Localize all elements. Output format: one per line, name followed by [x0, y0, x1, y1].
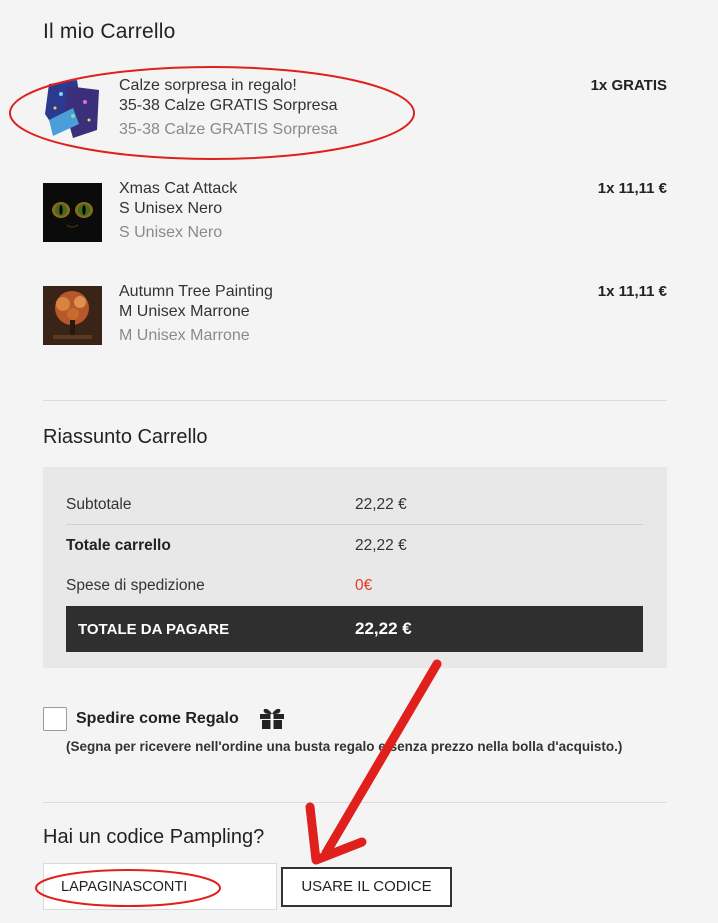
summary-row-shipping: Spese di spedizione 0€: [66, 566, 643, 606]
summary-label: Subtotale: [66, 496, 132, 513]
summary-value: 22,22 €: [355, 496, 407, 513]
item-variant-secondary: S Unisex Nero: [119, 224, 223, 241]
item-variant-secondary: 35-38 Calze GRATIS Sorpresa: [119, 121, 338, 138]
section-divider: [43, 802, 667, 803]
cart-summary-box: Subtotale 22,22 € Totale carrello 22,22 …: [43, 467, 667, 668]
summary-row-subtotal: Subtotale 22,22 €: [66, 485, 643, 525]
shipping-value: 0€: [355, 577, 373, 594]
section-divider: [43, 400, 667, 401]
gift-note: (Segna per ricevere nell'ordine una bust…: [66, 739, 623, 754]
summary-value: 22,22 €: [355, 537, 407, 554]
item-price: 1x 11,11 €: [597, 180, 667, 197]
total-to-pay-bar: TOTALE DA PAGARE 22,22 €: [66, 606, 643, 652]
product-thumbnail-cat[interactable]: [43, 183, 102, 242]
summary-label: Totale carrello: [66, 537, 171, 554]
item-details: Calze sorpresa in regalo! 35-38 Calze GR…: [119, 76, 337, 140]
summary-row-cart-total: Totale carrello 22,22 €: [66, 526, 643, 566]
total-to-pay-label: TOTALE DA PAGARE: [78, 621, 230, 638]
item-details: Xmas Cat Attack S Unisex Nero S Unisex N…: [119, 179, 237, 243]
gift-label[interactable]: Spedire come Regalo: [76, 710, 239, 728]
item-name[interactable]: Autumn Tree Painting: [119, 282, 273, 302]
coupon-title: Hai un codice Pampling?: [43, 826, 265, 848]
item-price: 1x 11,11 €: [597, 283, 667, 300]
summary-title: Riassunto Carrello: [43, 426, 208, 448]
item-name[interactable]: Calze sorpresa in regalo!: [119, 76, 337, 96]
gift-checkbox[interactable]: [43, 707, 67, 731]
item-variant: M Unisex Marrone: [119, 303, 250, 320]
cart-item: Calze sorpresa in regalo! 35-38 Calze GR…: [43, 77, 667, 140]
item-variant-secondary: M Unisex Marrone: [119, 327, 250, 344]
total-to-pay-value: 22,22 €: [355, 619, 412, 638]
cart-item: Autumn Tree Painting M Unisex Marrone M …: [43, 283, 667, 346]
gift-icon: [258, 706, 286, 730]
cart-title: Il mio Carrello: [43, 20, 176, 43]
item-name[interactable]: Xmas Cat Attack: [119, 179, 237, 199]
coupon-code-input[interactable]: [43, 863, 277, 910]
cart-item: Xmas Cat Attack S Unisex Nero S Unisex N…: [43, 180, 667, 243]
cart-page: Il mio Carrello Calze sorpresa in regalo…: [0, 0, 718, 923]
product-thumbnail-tree[interactable]: [43, 286, 102, 345]
item-variant: S Unisex Nero: [119, 200, 223, 217]
summary-label: Spese di spedizione: [66, 577, 205, 594]
item-price: 1x GRATIS: [590, 77, 667, 94]
product-thumbnail-socks[interactable]: [43, 80, 102, 139]
apply-code-button[interactable]: USARE IL CODICE: [281, 867, 452, 907]
item-details: Autumn Tree Painting M Unisex Marrone M …: [119, 282, 273, 346]
item-variant: 35-38 Calze GRATIS Sorpresa: [119, 97, 338, 114]
gift-option: Spedire come Regalo (Segna per ricevere …: [43, 706, 667, 786]
